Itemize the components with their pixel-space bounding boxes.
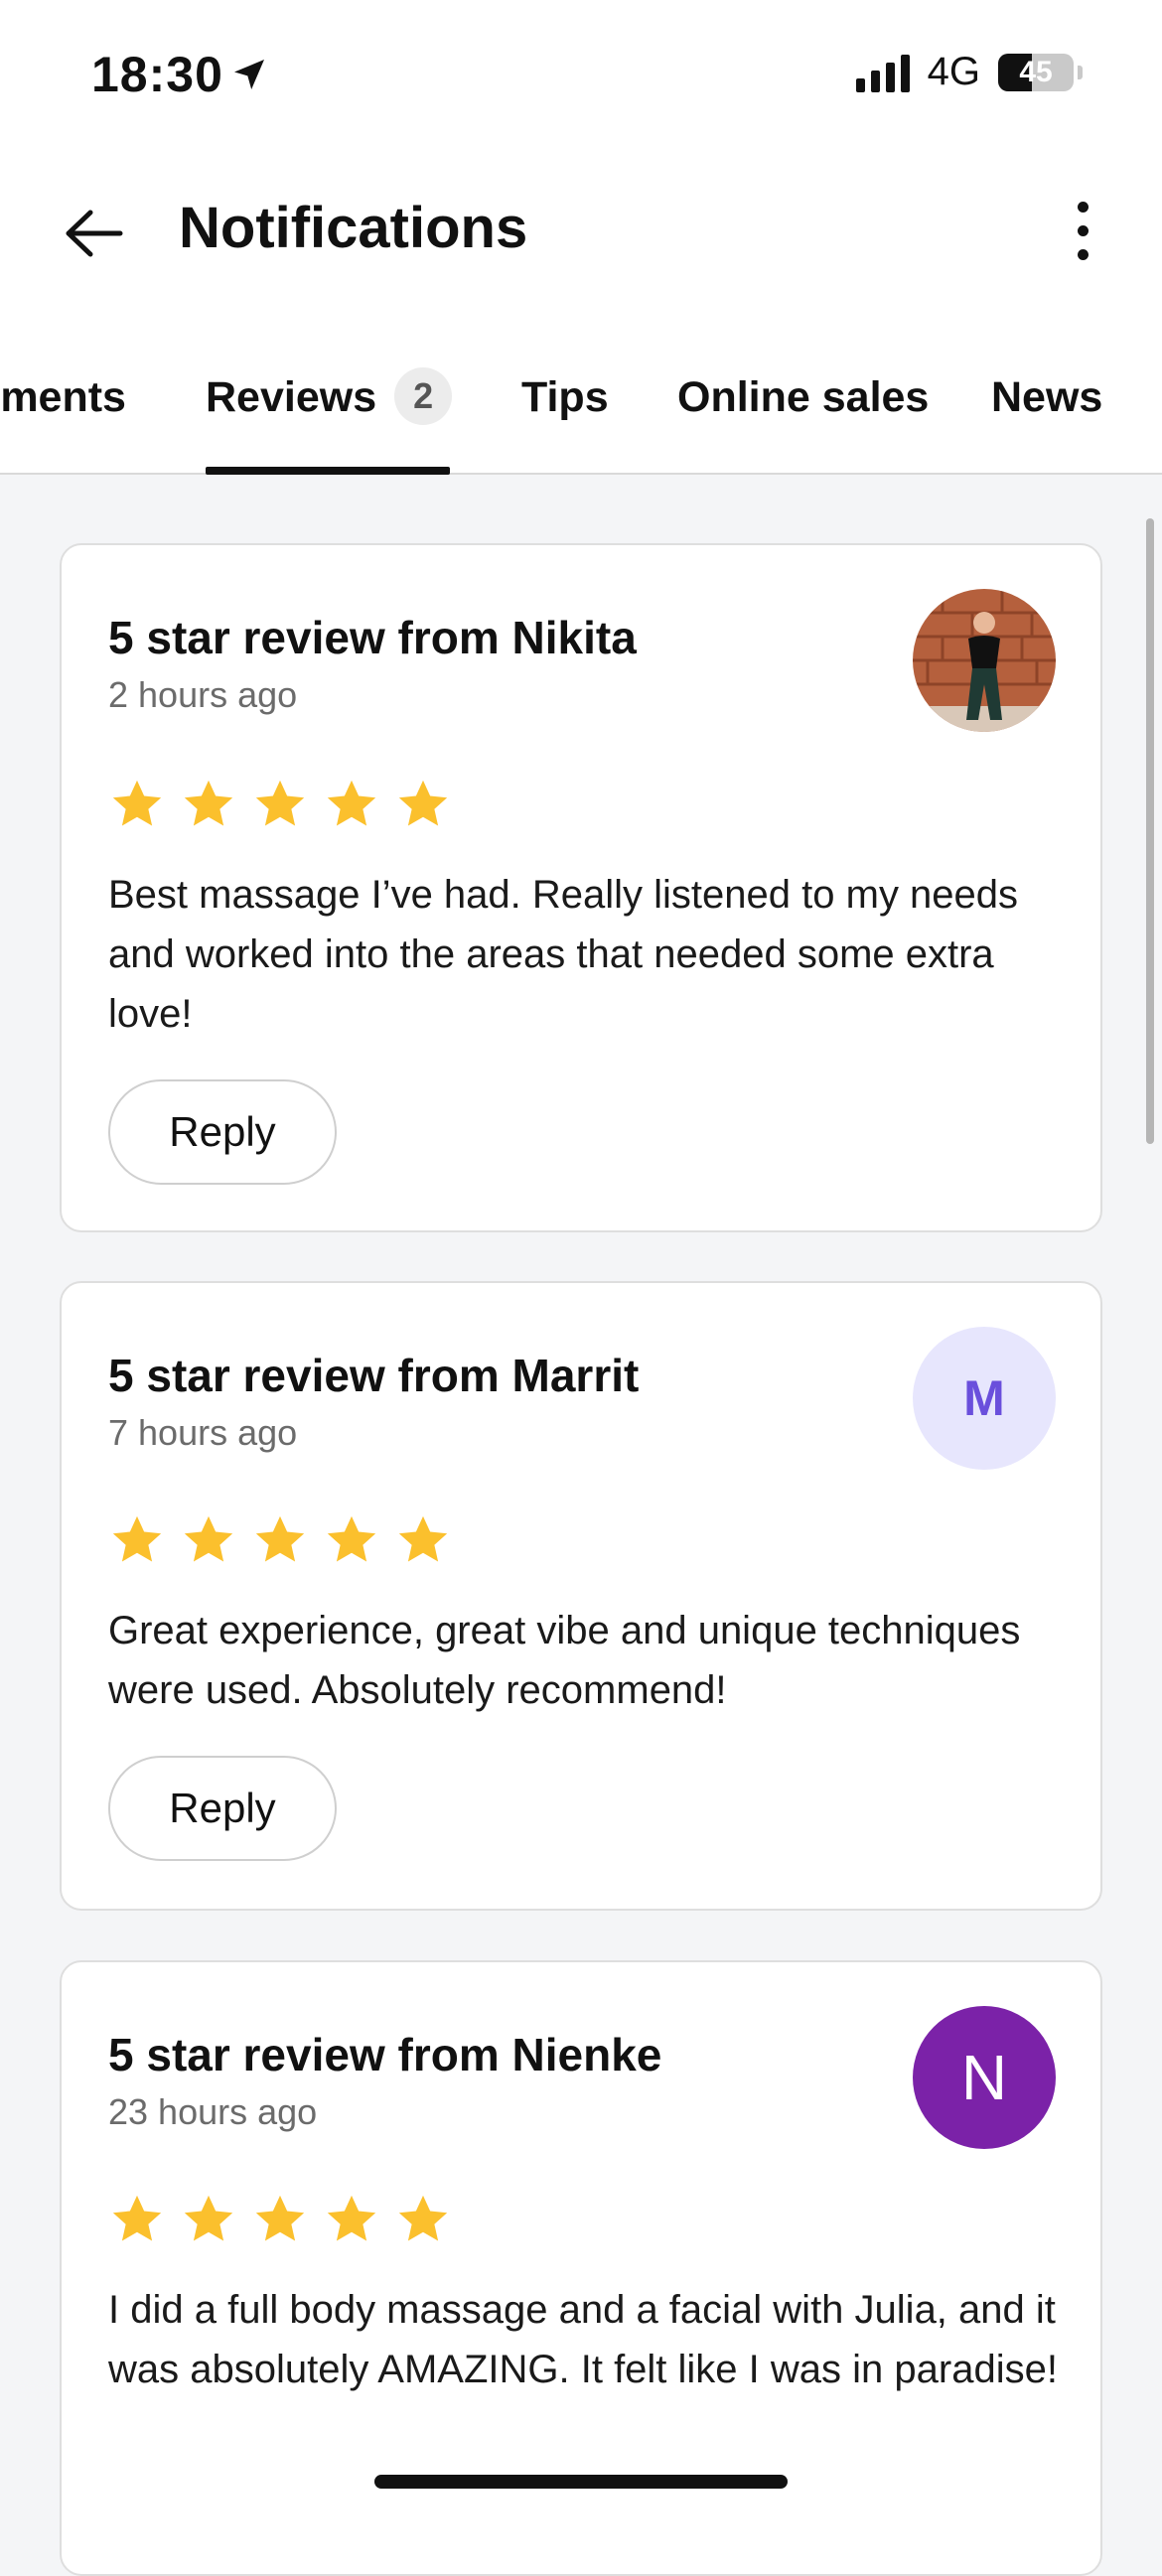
review-time: 7 hours ago	[108, 1412, 298, 1453]
battery-percentage: 45	[1019, 55, 1053, 88]
star-icon	[184, 780, 233, 826]
star-rating	[108, 2191, 452, 2248]
star-icon	[184, 1515, 233, 1562]
review-text: Best massage I’ve had. Really listened t…	[108, 873, 1019, 1036]
tab-news[interactable]: News	[991, 367, 1102, 475]
arrow-left-icon	[66, 210, 123, 257]
avatar	[913, 589, 1056, 732]
dot-icon	[1077, 248, 1089, 260]
star-icon	[327, 2195, 376, 2241]
top-bar: 18:30 4G 45 Notifications tments Reviews	[0, 0, 1162, 475]
cellular-signal-icon	[855, 53, 910, 92]
review-card: 5 star review from Nikita 2 hours ago Be…	[60, 543, 1102, 1232]
more-options-button[interactable]	[1053, 191, 1112, 270]
home-indicator[interactable]	[374, 2475, 788, 2489]
back-button[interactable]	[60, 199, 129, 268]
reply-button[interactable]: Reply	[108, 1756, 337, 1861]
page-title: Notifications	[179, 196, 528, 260]
star-icon	[398, 2195, 448, 2241]
star-icon	[398, 1515, 448, 1562]
battery-icon: 45	[998, 53, 1074, 91]
review-title: 5 star review from Marrit	[108, 1350, 640, 1401]
status-time: 18:30	[91, 46, 269, 103]
star-icon	[398, 780, 448, 826]
reviews-count-badge: 2	[394, 367, 453, 425]
star-icon	[184, 2195, 233, 2241]
tab-online-sales[interactable]: Online sales	[677, 367, 929, 475]
review-time: 2 hours ago	[108, 674, 298, 715]
reply-button[interactable]: Reply	[108, 1079, 337, 1185]
star-icon	[255, 780, 305, 826]
review-time: 23 hours ago	[108, 2091, 318, 2132]
notification-tabs: tments Reviews 2 Tips Online sales News	[0, 367, 1162, 475]
scrollbar[interactable]	[1146, 518, 1154, 1144]
avatar: M	[913, 1327, 1056, 1470]
location-arrow-icon	[233, 60, 264, 89]
star-icon	[112, 780, 162, 826]
dot-icon	[1077, 201, 1089, 213]
review-title: 5 star review from Nienke	[108, 2029, 662, 2080]
review-card: 5 star review from Marrit 7 hours ago M …	[60, 1281, 1102, 1911]
star-icon	[255, 1515, 305, 1562]
status-icons: 4G 45	[855, 50, 1083, 94]
star-icon	[112, 1515, 162, 1562]
star-icon	[255, 2195, 305, 2241]
tab-tips[interactable]: Tips	[521, 367, 609, 475]
star-icon	[327, 1515, 376, 1562]
review-text: Great experience, great vibe and unique …	[108, 1609, 1021, 1712]
avatar: N	[913, 2006, 1056, 2149]
tab-reviews[interactable]: Reviews 2	[206, 367, 453, 475]
star-icon	[112, 2195, 162, 2241]
battery-cap	[1078, 65, 1083, 79]
star-rating	[108, 776, 452, 833]
active-tab-indicator	[206, 467, 450, 475]
tab-treatments[interactable]: tments	[0, 367, 126, 475]
review-text: I did a full body massage and a facial w…	[108, 2288, 1058, 2391]
review-title: 5 star review from Nikita	[108, 612, 637, 663]
star-icon	[327, 780, 376, 826]
dot-icon	[1077, 224, 1089, 236]
network-type: 4G	[927, 50, 980, 93]
reviewer-photo	[913, 589, 1056, 732]
star-rating	[108, 1511, 452, 1569]
